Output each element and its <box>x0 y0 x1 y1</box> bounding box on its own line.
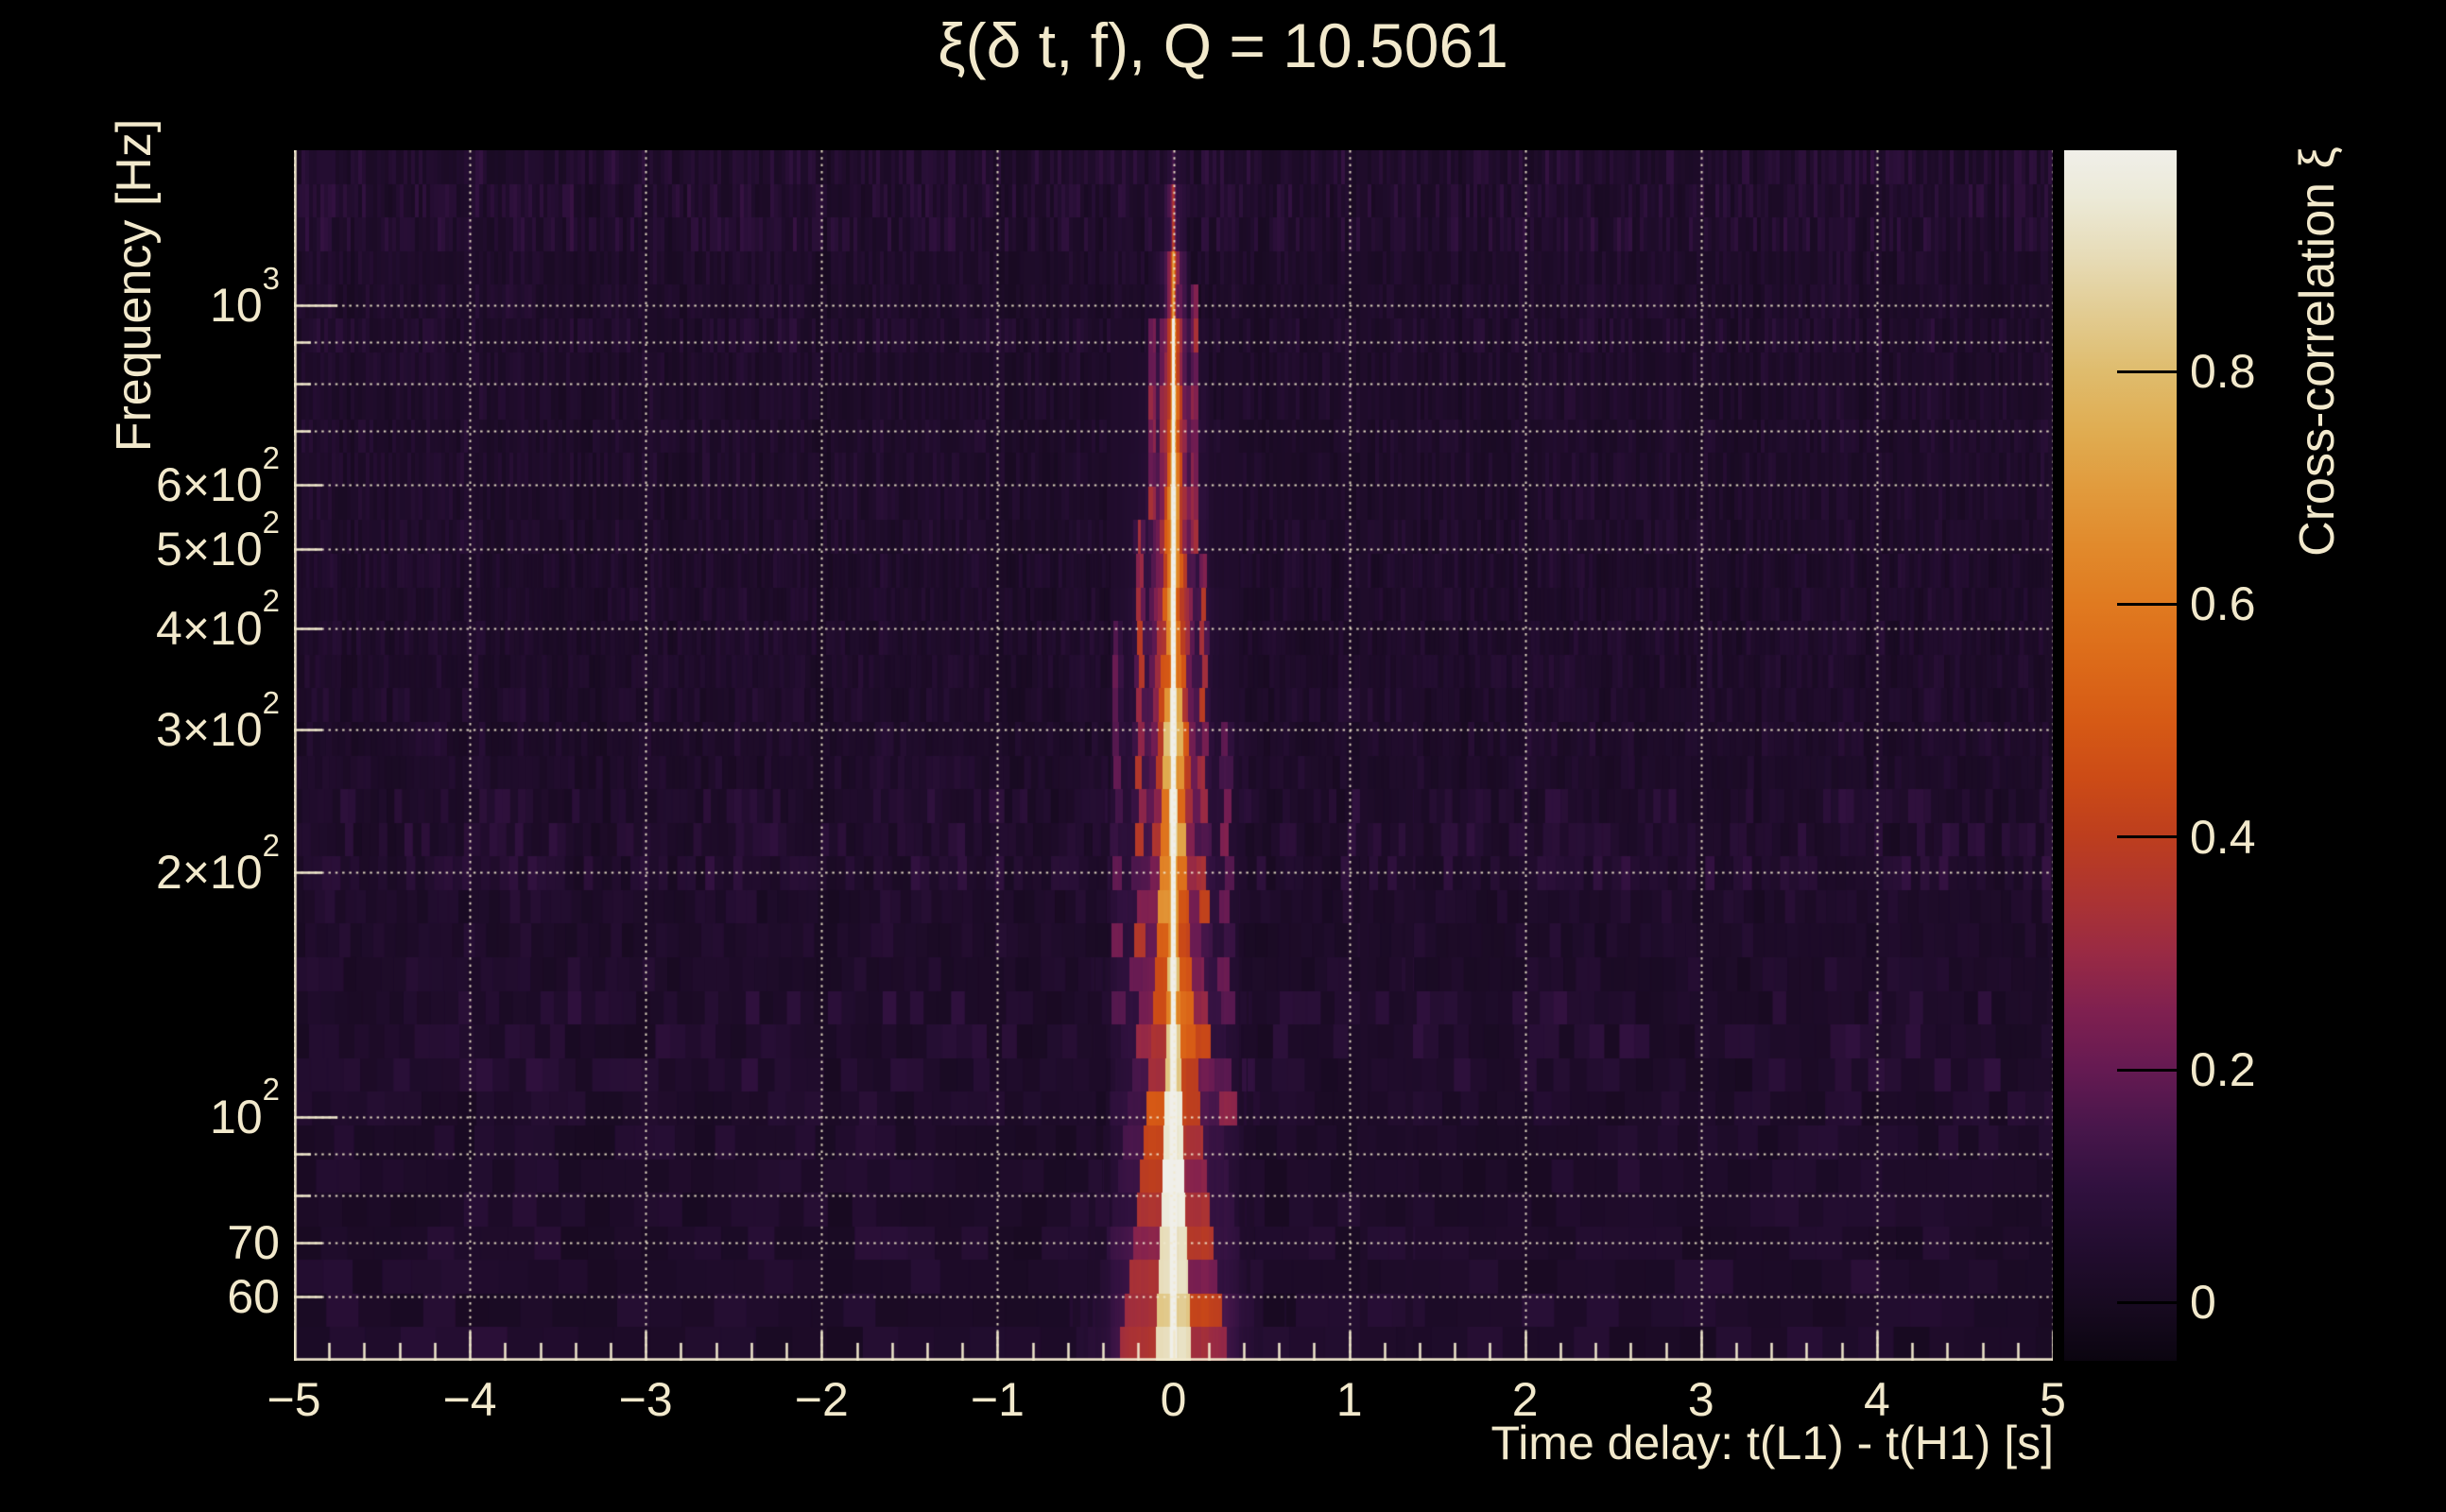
y-tick-label-200: 2×102 <box>156 827 280 900</box>
x-tick-label--5: −5 <box>267 1373 321 1426</box>
page-title: ξ(δ t, f), Q = 10.5061 <box>938 10 1508 80</box>
colorbar-tick-0.6 <box>2117 602 2177 606</box>
colorbar-tick-label-0.8: 0.8 <box>2190 345 2256 399</box>
colorbar-tick-0 <box>2117 1300 2177 1304</box>
colorbar-title: Cross-correlation ξ <box>2290 146 2345 557</box>
colorbar-tick-0.4 <box>2117 835 2177 839</box>
exponent: 2 <box>262 505 280 541</box>
y-tick-label-1000: 103 <box>210 260 280 332</box>
x-tick-label-1: 1 <box>1335 1373 1363 1426</box>
y-tick-label-70: 70 <box>227 1215 280 1269</box>
colorbar-tick-label-0: 0 <box>2190 1276 2216 1330</box>
x-axis-title: Time delay: t(L1) - t(H1) [s] <box>1490 1417 2054 1469</box>
y-tick-label-300: 3×102 <box>156 684 280 756</box>
x-tick-label--2: −2 <box>794 1373 849 1426</box>
y-tick-label-100: 102 <box>210 1072 280 1143</box>
exponent: 2 <box>262 1072 280 1108</box>
exponent: 3 <box>262 260 280 296</box>
colorbar-tick-label-0.2: 0.2 <box>2190 1043 2256 1097</box>
colorbar-tick-0.2 <box>2117 1068 2177 1072</box>
heatmap-canvas <box>294 150 2053 1361</box>
exponent: 2 <box>262 440 280 476</box>
x-tick-label--1: −1 <box>970 1373 1025 1426</box>
x-tick-label-0: 0 <box>1160 1373 1187 1426</box>
exponent: 2 <box>262 827 280 863</box>
y-tick-label-400: 4×102 <box>156 583 280 655</box>
colorbar-gradient <box>2064 150 2177 1361</box>
y-tick-label-500: 5×102 <box>156 505 280 576</box>
exponent: 2 <box>262 684 280 720</box>
colorbar-tick-label-0.4: 0.4 <box>2190 810 2256 864</box>
x-tick-label--4: −4 <box>442 1373 497 1426</box>
x-tick-label--3: −3 <box>618 1373 673 1426</box>
y-tick-label-600: 6×102 <box>156 440 280 512</box>
colorbar-tick-label-0.6: 0.6 <box>2190 577 2256 631</box>
y-tick-label-60: 60 <box>227 1270 280 1323</box>
qscan-cross-correlation-plot: ξ(δ t, f), Q = 10.5061 Frequency [Hz] 00… <box>0 0 2446 1512</box>
colorbar-tick-0.8 <box>2117 369 2177 373</box>
exponent: 2 <box>262 583 280 619</box>
